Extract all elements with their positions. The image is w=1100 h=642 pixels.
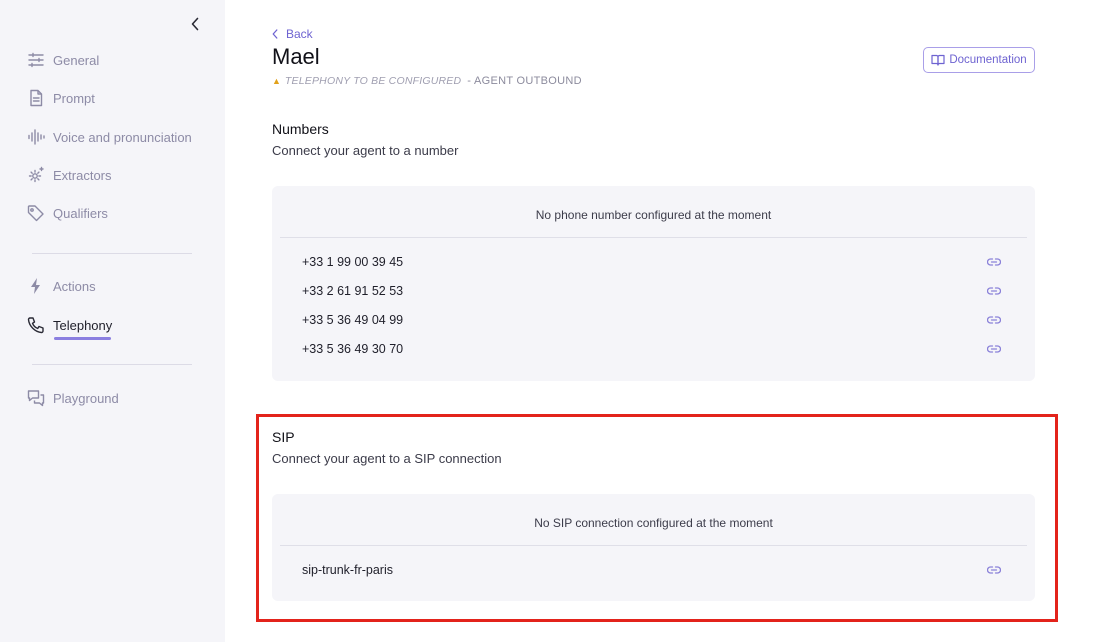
card-separator [280,237,1027,238]
sidebar-item-label: Actions [53,278,96,294]
chat-icon [27,389,45,407]
sliders-icon [27,51,45,69]
sidebar-item-label: Extractors [53,167,112,183]
link-icon[interactable] [986,312,1002,328]
card-separator [280,545,1027,546]
sidebar-item-label: Prompt [53,90,95,106]
sidebar-item-label: General [53,52,100,68]
chevron-left-icon [191,17,199,31]
phone-number: +33 1 99 00 39 45 [302,255,404,269]
link-icon[interactable] [986,562,1002,578]
lightning-icon [27,277,45,295]
link-icon[interactable] [986,341,1002,357]
list-item: +33 5 36 49 04 99 [302,309,1002,331]
sip-connection-name: sip-trunk-fr-paris [302,563,393,577]
documentation-button[interactable]: Documentation [923,47,1035,73]
sidebar-item-general[interactable]: General [27,48,99,72]
sidebar-divider [32,364,192,365]
warning-icon: ▲ [272,76,281,86]
phone-number: +33 5 36 49 04 99 [302,313,404,327]
status-warning-text: TELEPHONY TO BE CONFIGURED [284,75,462,87]
back-link[interactable]: Back [272,27,313,41]
active-indicator [54,337,111,340]
sip-empty-text: No SIP connection configured at the mome… [534,516,773,530]
app: General Prompt Voice and pronunciation E… [0,0,1100,642]
document-icon [27,89,45,107]
sip-title: SIP [272,429,295,445]
link-icon[interactable] [986,283,1002,299]
sidebar-item-prompt[interactable]: Prompt [27,86,95,110]
documentation-label: Documentation [949,54,1027,66]
link-icon[interactable] [986,254,1002,270]
chevron-left-icon [272,29,278,39]
sidebar: General Prompt Voice and pronunciation E… [0,0,225,642]
sidebar-item-actions[interactable]: Actions [27,274,96,298]
sidebar-item-label: Telephony [53,317,113,333]
sidebar-item-telephony[interactable]: Telephony [27,313,112,337]
back-label: Back [286,27,313,41]
sidebar-divider [32,253,192,254]
tag-icon [27,204,45,222]
gear-sparkle-icon [27,166,45,184]
list-item: +33 2 61 91 52 53 [302,280,1002,302]
sidebar-item-label: Voice and pronunciation [53,129,192,145]
list-item: +33 1 99 00 39 45 [302,251,1002,273]
waveform-icon [27,128,45,146]
sidebar-item-label: Qualifiers [53,205,108,221]
book-icon [931,54,945,66]
page-title: Mael [272,44,320,69]
numbers-title: Numbers [272,121,329,137]
sidebar-item-playground[interactable]: Playground [27,386,119,410]
numbers-card: No phone number configured at the moment… [272,186,1035,381]
sidebar-item-extractors[interactable]: Extractors [27,163,112,187]
numbers-subtitle: Connect your agent to a number [272,143,459,158]
sip-subtitle: Connect your agent to a SIP connection [272,451,502,466]
phone-number: +33 5 36 49 30 70 [302,342,404,356]
numbers-empty-text: No phone number configured at the moment [535,208,772,222]
agent-status: ▲ TELEPHONY TO BE CONFIGURED - AGENT OUT… [272,75,582,87]
agent-type-text: - AGENT OUTBOUND [467,75,582,87]
list-item: +33 5 36 49 30 70 [302,338,1002,360]
sidebar-item-label: Playground [53,390,119,406]
sidebar-item-voice[interactable]: Voice and pronunciation [27,125,192,149]
list-item: sip-trunk-fr-paris [302,559,1002,581]
sip-card: No SIP connection configured at the mome… [272,494,1035,601]
sidebar-item-qualifiers[interactable]: Qualifiers [27,201,108,225]
phone-number: +33 2 61 91 52 53 [302,284,404,298]
phone-icon [27,316,45,334]
collapse-sidebar-button[interactable] [186,14,204,34]
